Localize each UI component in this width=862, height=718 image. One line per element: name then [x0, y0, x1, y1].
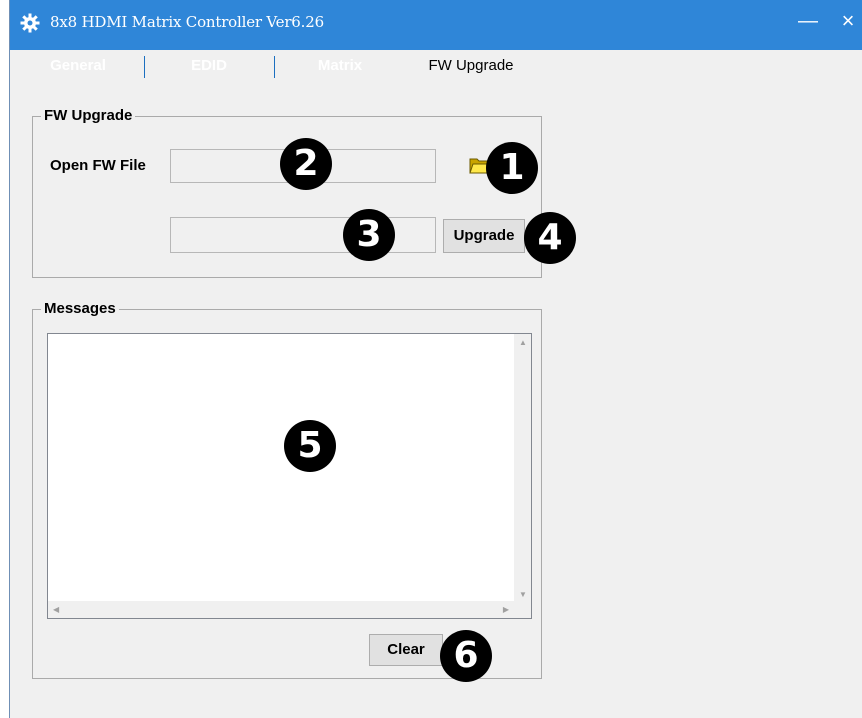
clear-button[interactable]: Clear — [369, 634, 443, 666]
callout-3: 3 — [343, 209, 395, 261]
messages-textarea[interactable]: ▲ ▼ ◀ ▶ — [47, 333, 532, 619]
close-button[interactable]: × — [836, 8, 860, 34]
scroll-left-icon[interactable]: ◀ — [53, 605, 59, 614]
tab-separator — [144, 56, 145, 78]
title-bar: 8x8 HDMI Matrix Controller Ver6.26 — × G… — [10, 0, 862, 82]
gear-icon — [20, 13, 40, 33]
tab-separator — [274, 56, 275, 78]
callout-4: 4 — [524, 212, 576, 264]
fw-upgrade-group-title: FW Upgrade — [41, 107, 136, 124]
upgrade-progress-field — [170, 217, 436, 253]
tab-edid[interactable]: EDID — [146, 50, 272, 82]
tab-fw-upgrade[interactable]: FW Upgrade — [406, 50, 536, 82]
tab-bar: General EDID Matrix FW Upgrade — [10, 50, 862, 82]
scrollbar-corner — [514, 601, 531, 618]
callout-2: 2 — [280, 138, 332, 190]
messages-group-title: Messages — [41, 300, 119, 317]
scroll-right-icon[interactable]: ▶ — [503, 605, 509, 614]
app-window: 8x8 HDMI Matrix Controller Ver6.26 — × G… — [9, 0, 862, 718]
upgrade-button[interactable]: Upgrade — [443, 219, 525, 253]
tab-general[interactable]: General — [18, 50, 138, 82]
fw-upgrade-group: FW Upgrade Open FW File Upgrade — [32, 107, 542, 278]
scroll-up-icon[interactable]: ▲ — [519, 338, 527, 347]
minimize-button[interactable]: — — [796, 8, 820, 34]
callout-5: 5 — [284, 420, 336, 472]
open-fw-file-label: Open FW File — [50, 157, 146, 174]
horizontal-scrollbar[interactable]: ◀ ▶ — [48, 601, 514, 618]
callout-6: 6 — [440, 630, 492, 682]
messages-group: Messages ▲ ▼ ◀ ▶ Clear — [32, 300, 542, 679]
window-title: 8x8 HDMI Matrix Controller Ver6.26 — [50, 13, 324, 31]
callout-1: 1 — [486, 142, 538, 194]
scroll-down-icon[interactable]: ▼ — [519, 590, 527, 599]
tab-matrix[interactable]: Matrix — [276, 50, 404, 82]
vertical-scrollbar[interactable]: ▲ ▼ — [514, 334, 531, 601]
